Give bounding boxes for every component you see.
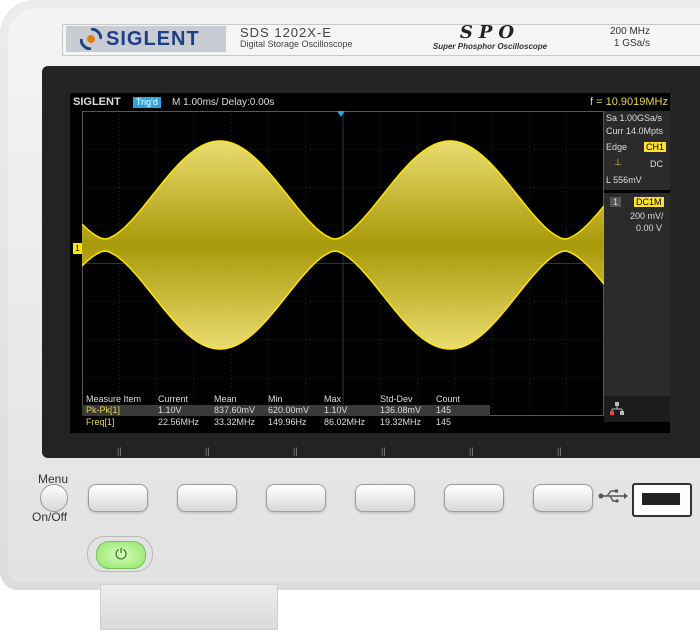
measure-mean: 837.60mV — [214, 405, 256, 415]
menu-onoff-button[interactable] — [40, 484, 68, 512]
table-row: Pk-Pk[1] 1.10V 837.60mV 620.00mV 1.10V 1… — [82, 405, 490, 416]
spec-block: 200 MHz 1 GSa/s — [610, 26, 650, 50]
measure-mean: 33.32MHz — [214, 417, 256, 427]
softkey-tick: || — [381, 446, 386, 456]
stand-base — [100, 584, 278, 630]
measure-current: 1.10V — [158, 405, 182, 415]
power-button[interactable]: ⏻ — [87, 536, 153, 572]
trigger-source-badge: CH1 — [644, 142, 667, 152]
channel-number: 1 — [610, 197, 622, 207]
channel-marker: 1 — [73, 243, 82, 254]
measure-min: 620.00mV — [268, 405, 310, 415]
spo-logo: SPO — [459, 22, 521, 43]
model-name: SDS 1202X-E — [240, 25, 332, 40]
table-row: Freq[1] 22.56MHz 33.32MHz 149.96Hz 86.02… — [82, 417, 490, 428]
header-count: Count — [436, 394, 461, 404]
trigger-type: Edge — [606, 142, 628, 152]
status-bar: SIGLENT Trig'd M 1.00ms/ Delay:0.00s f =… — [70, 93, 670, 111]
display-screen: SIGLENT Trig'd M 1.00ms/ Delay:0.00s f =… — [70, 93, 670, 433]
softkey-tick: || — [557, 446, 562, 456]
header-current: Current — [158, 394, 189, 404]
measure-std-dev: 136.08mV — [380, 405, 422, 415]
network-status-area — [604, 396, 670, 422]
measure-std-dev: 19.32MHz — [380, 417, 422, 427]
siglent-logo-icon — [80, 28, 102, 50]
softkey-5-button[interactable] — [444, 484, 504, 512]
network-icon — [610, 402, 624, 415]
rising-edge-icon: ⊥ — [614, 157, 622, 167]
measurement-header-row: Measure Item Current Mean Min Max Std-De… — [82, 394, 490, 405]
right-info-panel: Sa 1.00GSa/s Curr 14.0Mpts Edge CH1 ⊥ DC… — [604, 111, 670, 416]
header-min: Min — [268, 394, 283, 404]
measure-current: 22.56MHz — [158, 417, 200, 427]
softkey-tick: || — [469, 446, 474, 456]
softkey-tick: || — [205, 446, 210, 456]
trigger-coupling: DC — [650, 159, 663, 169]
softkey-6-button[interactable] — [533, 484, 593, 512]
brand-name: SIGLENT — [106, 27, 200, 50]
trigger-level: L 556mV — [606, 175, 642, 185]
softkey-3-button[interactable] — [266, 484, 326, 512]
softkey-2-button[interactable] — [177, 484, 237, 512]
measure-item: Pk-Pk[1] — [86, 405, 121, 415]
timebase-readout: M 1.00ms/ Delay:0.00s — [172, 97, 275, 108]
header-max: Max — [324, 394, 342, 404]
sample-rate-label: 1 GSa/s — [613, 38, 650, 49]
bandwidth-label: 200 MHz — [609, 26, 650, 37]
trigger-status-badge: Trig'd — [133, 97, 161, 108]
softkey-tick: || — [293, 446, 298, 456]
header-mean: Mean — [214, 394, 237, 404]
softkey-4-button[interactable] — [355, 484, 415, 512]
memory-depth-info: Curr 14.0Mpts — [606, 126, 664, 136]
frequency-readout: f = 10.9019MHz — [590, 96, 668, 108]
onoff-label: On/Off — [32, 510, 68, 524]
softkey-tick: || — [117, 446, 122, 456]
sample-rate-info: Sa 1.00GSa/s — [606, 113, 663, 123]
measure-count: 145 — [436, 417, 452, 427]
softkey-1-button[interactable] — [88, 484, 148, 512]
spo-block: SPO Super Phosphor Oscilloscope — [420, 22, 560, 52]
measure-max: 1.10V — [324, 405, 348, 415]
measurement-table: Measure Item Current Mean Min Max Std-De… — [82, 393, 490, 431]
volts-per-div: 200 mV/ — [630, 211, 664, 221]
screen-brand: SIGLENT — [73, 96, 121, 108]
header-std-dev: Std-Dev — [380, 394, 413, 404]
model-subtitle: Digital Storage Oscilloscope — [240, 39, 353, 49]
measure-max: 86.02MHz — [324, 417, 366, 427]
model-block: SDS 1202X-E Digital Storage Oscilloscope — [240, 26, 400, 50]
header-measure-item: Measure Item — [86, 394, 142, 404]
channel-offset: 0.00 V — [636, 223, 663, 233]
waveform-grid[interactable] — [82, 111, 604, 416]
usb-icon — [598, 489, 628, 503]
measure-count: 145 — [436, 405, 452, 415]
usb-port[interactable] — [632, 483, 692, 517]
brand-badge: SIGLENT — [66, 26, 226, 52]
channel-coupling-badge: DC1M — [634, 197, 664, 207]
spo-subtitle: Super Phosphor Oscilloscope — [432, 42, 548, 51]
measure-min: 149.96Hz — [268, 417, 307, 427]
power-icon: ⏻ — [96, 541, 146, 569]
measure-item: Freq[1] — [86, 417, 115, 427]
